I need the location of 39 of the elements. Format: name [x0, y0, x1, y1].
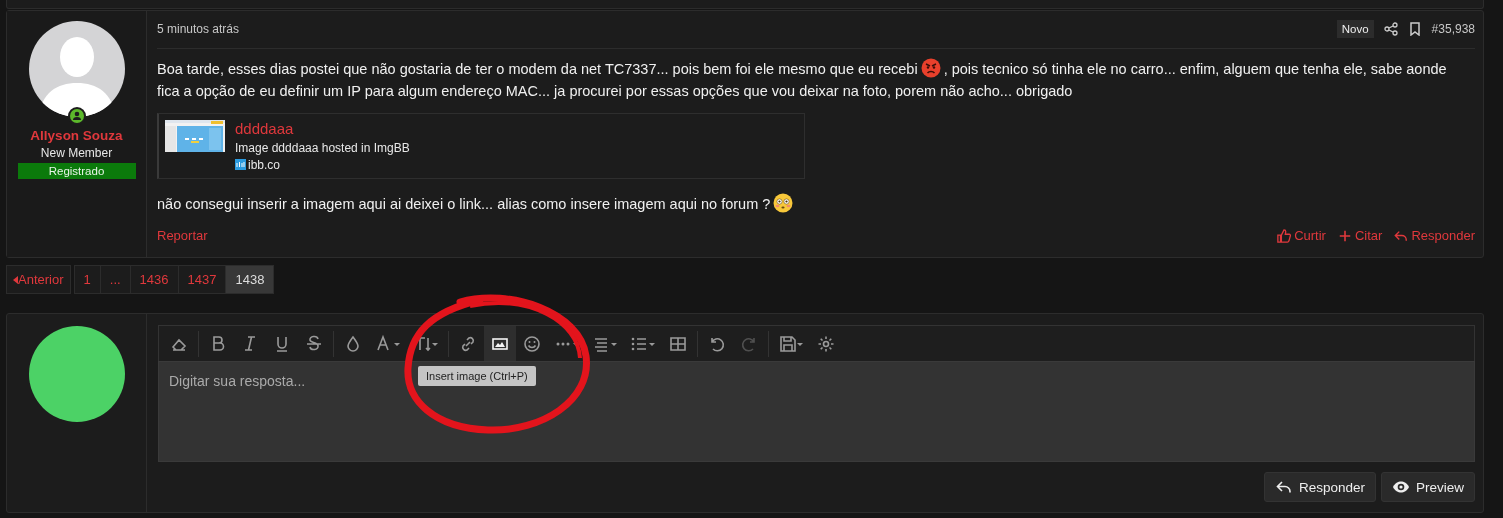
- thumbs-up-icon: [1277, 228, 1292, 243]
- quote-link[interactable]: Citar: [1337, 228, 1383, 244]
- caret-icon: [13, 275, 18, 284]
- username-link[interactable]: Allyson Souza: [30, 128, 123, 143]
- reply-link[interactable]: Responder: [1394, 228, 1475, 244]
- link-description: Image ddddaaa hosted in ImgBB: [235, 140, 410, 155]
- post-number[interactable]: #35,938: [1431, 22, 1475, 37]
- previous-page-link[interactable]: Anterior: [6, 265, 71, 294]
- new-badge: Novo: [1336, 20, 1374, 39]
- eye-icon: [1392, 479, 1410, 495]
- angry-face-icon: [920, 57, 941, 78]
- image-icon[interactable]: [484, 326, 516, 361]
- page-link[interactable]: 1438: [225, 265, 275, 294]
- bookmark-icon[interactable]: [1407, 22, 1422, 37]
- page-link[interactable]: 1: [73, 265, 101, 294]
- page-link[interactable]: 1436: [129, 265, 179, 294]
- share-icon[interactable]: [1383, 22, 1398, 37]
- post-text: Boa tarde, esses dias postei que não gostaria de ter o modem da net TC7337... pois bem foi ele mesmo que eu recebi: [157, 60, 918, 77]
- page-link[interactable]: ...: [99, 265, 131, 294]
- page-link[interactable]: 1437: [177, 265, 227, 294]
- reply-button[interactable]: Responder: [1263, 472, 1376, 502]
- preview-button[interactable]: Preview: [1381, 472, 1475, 502]
- like-link[interactable]: Curtir: [1277, 228, 1326, 244]
- post-text: não consegui inserir a imagem aqui ai deixei o link... alias como insere imagem aqui no forum ?: [157, 195, 771, 212]
- post-text: , pois tecnico só tinha ele no carro... enfim, alguem que tenha ele, sabe aonde: [943, 60, 1447, 77]
- flushed-face-icon: [773, 192, 794, 213]
- post-time[interactable]: 5 minutos atrás: [157, 22, 240, 37]
- link-preview-card[interactable]: ddddaaa Image ddddaaa hosted in ImgBB ibb.co: [157, 112, 805, 179]
- link-title[interactable]: ddddaaa: [235, 119, 410, 137]
- plus-icon: [1337, 228, 1352, 243]
- user-title: New Member: [40, 146, 113, 160]
- report-link[interactable]: Reportar: [157, 228, 208, 244]
- post-text: fica a opção de eu definir um IP para algum endereço MAC... ja procurei por essas opções que vou deixar na foto, porem não acho... obrigado: [157, 82, 1073, 99]
- user-banner: Registrado: [17, 163, 136, 179]
- site-icon: [235, 159, 246, 171]
- link-domain: ibb.co: [248, 157, 281, 172]
- reply-icon: [1274, 479, 1293, 495]
- reply-icon: [1394, 228, 1409, 243]
- tooltip: Insert image (Ctrl+P): [418, 366, 536, 386]
